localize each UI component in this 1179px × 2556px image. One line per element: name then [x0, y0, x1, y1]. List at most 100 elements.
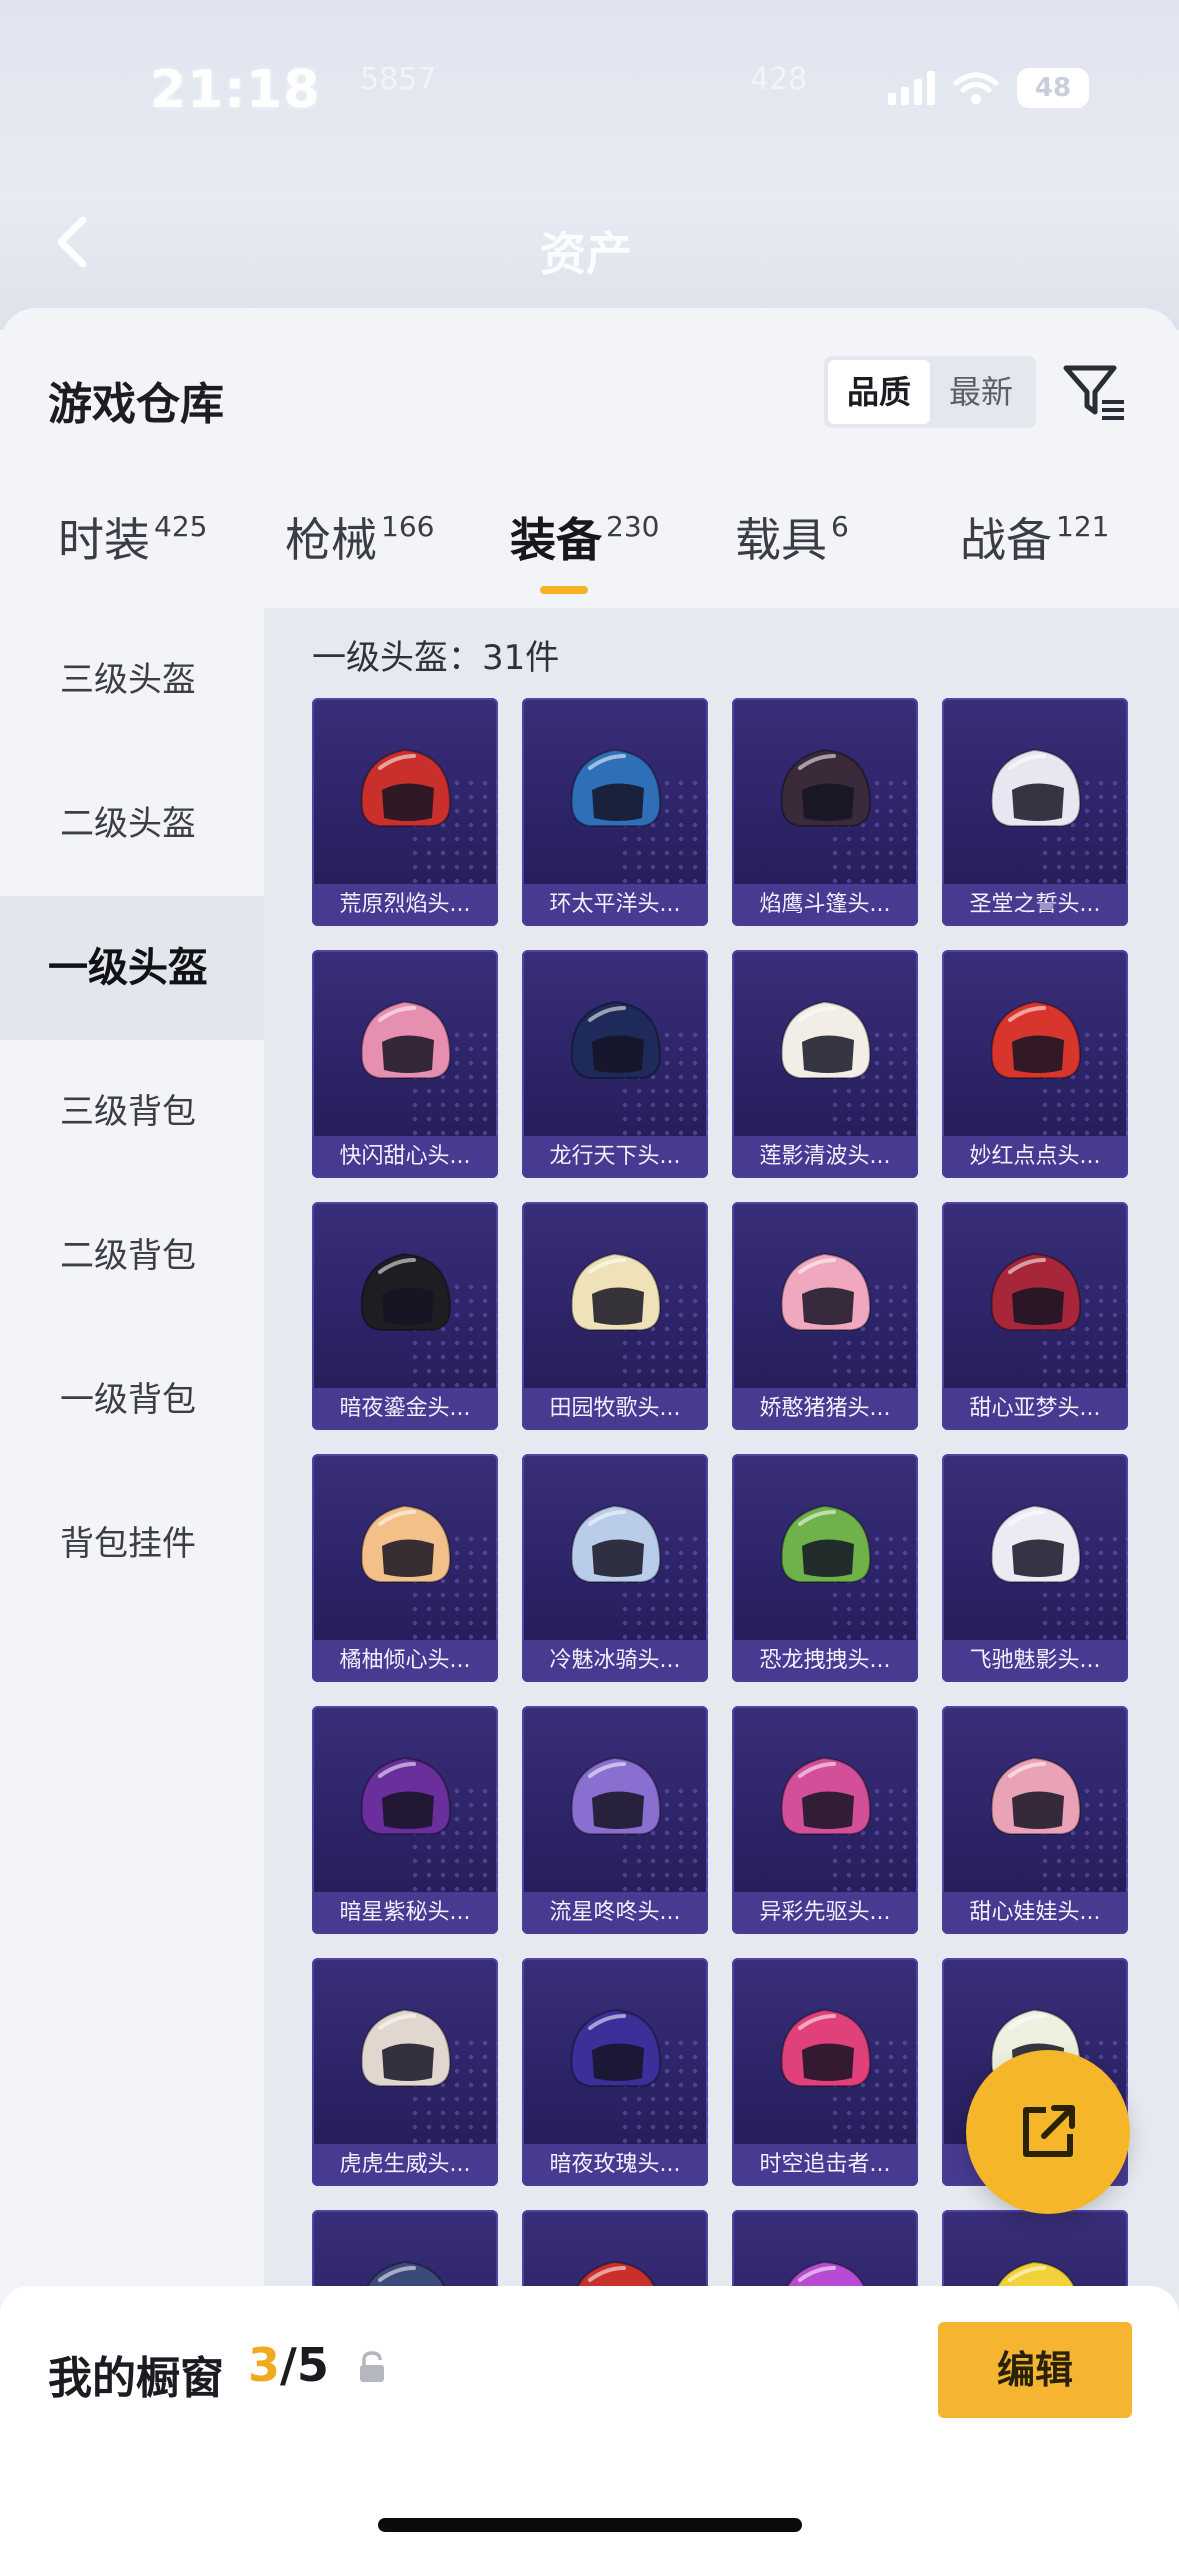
category-tabs: 时装 425 枪械 166 装备 230 载具 6 战备 121	[0, 504, 1179, 604]
sidebar-item-level1-backpack[interactable]: 一级背包	[0, 1328, 264, 1472]
tab-combat-gear[interactable]: 战备 121	[960, 504, 1109, 604]
helmet-icon	[360, 1252, 452, 1331]
tab-count: 6	[831, 510, 849, 543]
filter-icon[interactable]	[1062, 360, 1128, 426]
item-card[interactable]: 快闪甜心头...	[312, 950, 498, 1178]
sidebar-item-level3-helmet[interactable]: 三级头盔	[0, 608, 264, 752]
item-card[interactable]: 暗星紫秘头...	[312, 1706, 498, 1934]
item-card[interactable]: 莲影清波头...	[732, 950, 918, 1178]
item-name: 流星咚咚头...	[522, 1892, 708, 1934]
share-icon	[1023, 2105, 1075, 2157]
status-ghost-right: 428	[750, 62, 808, 97]
sidebar-item-level3-backpack[interactable]: 三级背包	[0, 1040, 264, 1184]
tab-equipment[interactable]: 装备 230	[510, 504, 659, 604]
item-card[interactable]: 田园牧歌头...	[522, 1202, 708, 1430]
tab-label: 装备	[510, 513, 602, 567]
sidebar-item-level1-helmet[interactable]: 一级头盔	[0, 896, 264, 1040]
tab-vehicles[interactable]: 载具 6	[735, 504, 849, 604]
helmet-icon	[780, 1756, 872, 1835]
item-list: 一级头盔：31件 荒原烈焰头... 环太平洋头... 焰鹰斗篷头... 圣堂之誓头..…	[264, 608, 1179, 2556]
item-card[interactable]: 时空追击者...	[732, 1958, 918, 2186]
item-card[interactable]: 荒原烈焰头...	[312, 698, 498, 926]
item-name: 荒原烈焰头...	[312, 884, 498, 926]
helmet-icon	[780, 1252, 872, 1331]
helmet-icon	[360, 1000, 452, 1079]
item-card[interactable]: 环太平洋头...	[522, 698, 708, 926]
helmet-icon	[990, 748, 1082, 827]
status-time: 21:18	[150, 60, 321, 120]
blurred-background: 21:18 5857 428 48 资产	[0, 0, 1179, 330]
sort-option-quality[interactable]: 品质	[828, 360, 930, 424]
item-card[interactable]: 暗夜鎏金头...	[312, 1202, 498, 1430]
item-card[interactable]: 焰鹰斗篷头...	[732, 698, 918, 926]
item-name: 莲影清波头...	[732, 1136, 918, 1178]
page-title: 游戏仓库	[48, 379, 224, 430]
tab-count: 230	[606, 510, 660, 543]
item-card[interactable]: 虎虎生威头...	[312, 1958, 498, 2186]
item-name: 暗星紫秘头...	[312, 1892, 498, 1934]
helmet-icon	[780, 1000, 872, 1079]
lock-icon	[360, 2351, 384, 2382]
item-name: 橘柚倾心头...	[312, 1640, 498, 1682]
item-card[interactable]: 冷魅冰骑头...	[522, 1454, 708, 1682]
item-name: 环太平洋头...	[522, 884, 708, 926]
home-indicator	[378, 2518, 802, 2532]
helmet-icon	[780, 748, 872, 827]
helmet-icon	[570, 1000, 662, 1079]
item-name: 冷魅冰骑头...	[522, 1640, 708, 1682]
helmet-icon	[570, 1504, 662, 1583]
helmet-icon	[570, 2008, 662, 2087]
item-name: 虎虎生威头...	[312, 2144, 498, 2186]
item-name: 暗夜鎏金头...	[312, 1388, 498, 1430]
item-name: 异彩先驱头...	[732, 1892, 918, 1934]
item-card[interactable]: 甜心娃娃头...	[942, 1706, 1128, 1934]
item-card[interactable]: 飞驰魅影头...	[942, 1454, 1128, 1682]
helmet-icon	[360, 1756, 452, 1835]
sort-option-newest[interactable]: 最新	[930, 360, 1032, 424]
warehouse-sheet: 游戏仓库 品质 最新 时装 425 枪械 166 装备 230 载具 6 战备 121 三…	[0, 308, 1179, 2556]
item-card[interactable]: 恐龙拽拽头...	[732, 1454, 918, 1682]
showcase-label: 我的橱窗	[48, 2353, 224, 2404]
helmet-icon	[570, 748, 662, 827]
item-card[interactable]: 流星咚咚头...	[522, 1706, 708, 1934]
signal-icon	[888, 71, 935, 105]
status-ghost-left: 5857	[360, 62, 437, 97]
sidebar-item-backpack-charm[interactable]: 背包挂件	[0, 1472, 264, 1616]
item-name: 妙红点点头...	[942, 1136, 1128, 1178]
edit-button[interactable]: 编辑	[938, 2322, 1132, 2418]
status-icons: 48	[888, 68, 1089, 108]
showcase-bar: 我的橱窗 3/5 编辑	[0, 2286, 1179, 2556]
item-card[interactable]: 甜心亚梦头...	[942, 1202, 1128, 1430]
share-button[interactable]	[966, 2050, 1130, 2214]
tab-count: 425	[154, 510, 208, 543]
helmet-icon	[570, 1252, 662, 1331]
showcase-total: /5	[280, 2338, 329, 2392]
helmet-icon	[360, 1504, 452, 1583]
tab-label: 时装	[58, 513, 150, 567]
nav-title: 资产	[540, 227, 632, 281]
item-name: 娇憨猪猪头...	[732, 1388, 918, 1430]
item-name: 恐龙拽拽头...	[732, 1640, 918, 1682]
active-tab-indicator	[540, 586, 588, 594]
item-name: 圣堂之誓头...	[942, 884, 1128, 926]
item-card[interactable]: 橘柚倾心头...	[312, 1454, 498, 1682]
helmet-icon	[780, 1504, 872, 1583]
helmet-icon	[570, 1756, 662, 1835]
sidebar-item-level2-helmet[interactable]: 二级头盔	[0, 752, 264, 896]
item-name: 龙行天下头...	[522, 1136, 708, 1178]
tab-count: 166	[381, 510, 435, 543]
helmet-icon	[990, 1000, 1082, 1079]
tab-fashion[interactable]: 时装 425	[58, 504, 207, 604]
item-card[interactable]: 龙行天下头...	[522, 950, 708, 1178]
tab-guns[interactable]: 枪械 166	[285, 504, 434, 604]
tab-label: 载具	[735, 513, 827, 567]
item-name: 快闪甜心头...	[312, 1136, 498, 1178]
item-card[interactable]: 娇憨猪猪头...	[732, 1202, 918, 1430]
item-card[interactable]: 异彩先驱头...	[732, 1706, 918, 1934]
item-card[interactable]: 圣堂之誓头...	[942, 698, 1128, 926]
item-card[interactable]: 妙红点点头...	[942, 950, 1128, 1178]
item-card[interactable]: 暗夜玫瑰头...	[522, 1958, 708, 2186]
back-arrow-icon[interactable]	[45, 212, 105, 272]
sidebar-item-level2-backpack[interactable]: 二级背包	[0, 1184, 264, 1328]
item-name: 甜心亚梦头...	[942, 1388, 1128, 1430]
